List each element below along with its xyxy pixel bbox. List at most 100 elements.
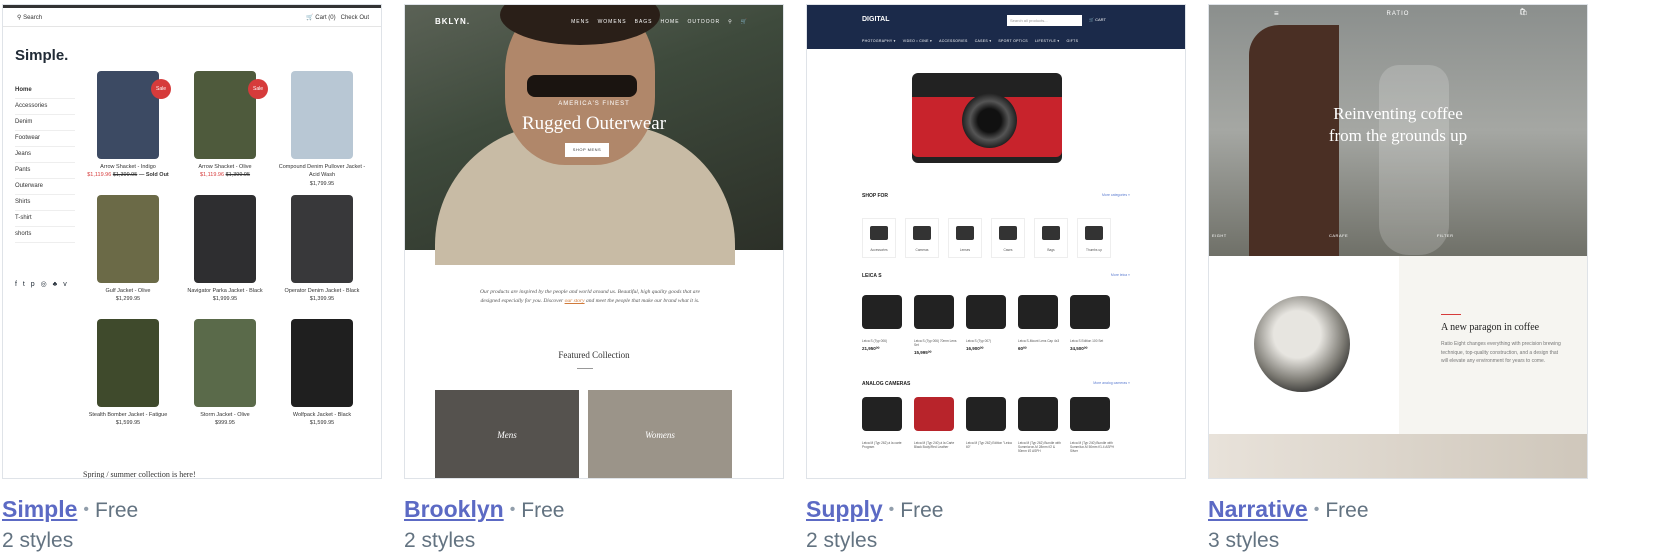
product-name[interactable]: Leica M (Typ 240) Bundle with Summilux-M… <box>1070 441 1116 453</box>
theme-name-link[interactable]: Narrative <box>1208 496 1308 522</box>
product-card[interactable]: Leica S (Typ 006) 21,950⁰⁰ <box>862 295 908 352</box>
product-name[interactable]: Leica S-Mount Lens Cap 4x3 <box>1018 339 1064 343</box>
product-image[interactable] <box>966 295 1006 329</box>
category-tile[interactable]: Lenses <box>948 218 982 258</box>
product-name[interactable]: Wolfpack Jacket - Black <box>277 411 367 419</box>
product-image[interactable] <box>194 195 256 283</box>
sidebar-item[interactable]: shorts <box>15 227 75 243</box>
more-link[interactable]: More analog cameras » <box>1093 381 1130 385</box>
shop-mens-button[interactable]: SHOP MENS <box>565 143 609 157</box>
nav-item[interactable]: CASES ▾ <box>975 39 992 43</box>
sidebar-item[interactable]: Footwear <box>15 131 75 147</box>
product-card[interactable]: Leica M (Typ 262) Edition "Leica 60" <box>966 397 1012 449</box>
sidebar-item[interactable]: Shirts <box>15 195 75 211</box>
product-image[interactable] <box>1070 397 1110 431</box>
social-icons[interactable]: f t p ◎ ♣ v <box>15 280 69 288</box>
product-card[interactable]: Leica S (Typ 006) 70mm Lens Set 15,995⁰⁰ <box>914 295 960 356</box>
bag-icon[interactable]: 🛍 <box>1519 8 1528 16</box>
product-card[interactable]: Operator Denim Jacket - Black $1,399.95 <box>277 195 367 304</box>
product-name[interactable]: Leica S (Typ 007) <box>966 339 1012 343</box>
sidebar-item[interactable]: Denim <box>15 115 75 131</box>
collection-tile-womens[interactable]: Womens <box>588 390 732 478</box>
product-image[interactable] <box>97 319 159 407</box>
sidebar-item[interactable]: Home <box>15 83 75 99</box>
product-card[interactable]: Wolfpack Jacket - Black $1,599.95 <box>277 319 367 428</box>
product-name[interactable]: Leica M (Typ 262) Edition "Leica 60" <box>966 441 1012 449</box>
cart-icon[interactable]: 🛒 <box>741 19 748 25</box>
product-image[interactable] <box>194 71 256 159</box>
product-image[interactable] <box>291 71 353 159</box>
sidebar-item[interactable]: Jeans <box>15 147 75 163</box>
theme-name-link[interactable]: Supply <box>806 496 883 522</box>
sidebar-item[interactable]: Pants <box>15 163 75 179</box>
store-logo[interactable]: RATIO <box>1209 11 1587 17</box>
product-image[interactable] <box>97 195 159 283</box>
category-tile[interactable]: Bags <box>1034 218 1068 258</box>
product-name[interactable]: Gulf Jacket - Olive <box>83 287 173 295</box>
nav-item[interactable]: BAGS <box>635 19 653 25</box>
product-image[interactable] <box>914 295 954 329</box>
product-name[interactable]: Arrow Shacket - Indigo <box>83 163 173 171</box>
more-link[interactable]: More categories » <box>1102 193 1130 197</box>
product-image[interactable] <box>1018 295 1058 329</box>
product-card[interactable]: Leica S (Typ 007) 16,900⁰⁰ <box>966 295 1012 352</box>
product-card[interactable]: Leica S Edition 100 Set 34,500⁰⁰ <box>1070 295 1116 352</box>
product-name[interactable]: Leica S (Typ 006) <box>862 339 908 343</box>
nav-item[interactable]: GIFTS <box>1066 39 1078 43</box>
product-name[interactable]: Leica M (Typ 262) Bundle with Summicron-… <box>1018 441 1064 453</box>
category-tile[interactable]: Cameras <box>905 218 939 258</box>
product-name[interactable]: Leica M (Typ 262) à la carte Program <box>862 441 908 449</box>
theme-preview-supply[interactable]: DIGITAL Search all products... 🛒 CART PH… <box>806 4 1186 479</box>
product-image[interactable] <box>291 195 353 283</box>
nav-item[interactable]: WOMENS <box>598 19 627 25</box>
product-card[interactable]: Leica M (Typ 240) à la Carte Black Body/… <box>914 397 960 449</box>
product-image[interactable] <box>862 295 902 329</box>
nav-item[interactable]: SPORT OPTICS <box>998 39 1028 43</box>
product-image[interactable] <box>966 397 1006 431</box>
store-logo[interactable]: Simple. <box>15 47 68 64</box>
sidebar-item[interactable]: Outerware <box>15 179 75 195</box>
theme-name-link[interactable]: Simple <box>2 496 77 522</box>
product-name[interactable]: Storm Jacket - Olive <box>180 411 270 419</box>
nav-item[interactable]: VIDEO • CINE ▾ <box>903 39 932 43</box>
product-card[interactable]: Storm Jacket - Olive $999.95 <box>180 319 270 428</box>
theme-name-link[interactable]: Brooklyn <box>404 496 504 522</box>
store-logo[interactable]: DIGITAL <box>862 16 889 23</box>
product-name[interactable]: Compound Denim Pullover Jacket - Acid Wa… <box>277 163 367 180</box>
product-card[interactable]: Leica M (Typ 262) Bundle with Summicron-… <box>1018 397 1064 453</box>
product-image[interactable] <box>914 397 954 431</box>
product-image[interactable] <box>1018 397 1058 431</box>
product-name[interactable]: Leica M (Typ 240) à la Carte Black Body/… <box>914 441 960 449</box>
sidebar-item[interactable]: T-shirt <box>15 211 75 227</box>
theme-preview-narrative[interactable]: ≡ RATIO 🛍 Reinventing coffee from the gro… <box>1208 4 1588 479</box>
product-card[interactable]: Sale Arrow Shacket - Olive $1,119.96 $1,39… <box>180 71 270 180</box>
product-name[interactable]: Stealth Bomber Jacket - Fatigue <box>83 411 173 419</box>
product-name[interactable]: Navigator Parka Jacket - Black <box>180 287 270 295</box>
product-image[interactable] <box>862 397 902 431</box>
cart-link[interactable]: 🛒 Cart (0) Check Out <box>306 14 369 21</box>
product-card[interactable]: Navigator Parka Jacket - Black $1,999.95 <box>180 195 270 304</box>
more-link[interactable]: More leica » <box>1111 273 1130 277</box>
store-logo[interactable]: BKLYN. <box>435 17 470 26</box>
product-image[interactable] <box>194 319 256 407</box>
search-icon[interactable]: ⚲ Search <box>17 14 42 21</box>
product-card[interactable]: Leica M (Typ 262) à la carte Program <box>862 397 908 449</box>
cart-link[interactable]: 🛒 CART <box>1089 17 1106 22</box>
product-image[interactable] <box>291 319 353 407</box>
collection-tile-mens[interactable]: Mens <box>435 390 579 478</box>
product-card[interactable]: Stealth Bomber Jacket - Fatigue $1,599.95 <box>83 319 173 428</box>
theme-preview-simple[interactable]: ⚲ Search 🛒 Cart (0) Check Out Simple. Ho… <box>2 4 382 479</box>
nav-item[interactable]: ACCESSORIES <box>939 39 968 43</box>
category-tile[interactable]: Thumbs up <box>1077 218 1111 258</box>
nav-item[interactable]: PHOTOGRAPHY ▾ <box>862 39 896 43</box>
product-name[interactable]: Arrow Shacket - Olive <box>180 163 270 171</box>
product-card[interactable]: Leica S-Mount Lens Cap 4x3 60⁰⁰ <box>1018 295 1064 352</box>
nav-item[interactable]: LIFESTYLE ▾ <box>1035 39 1060 43</box>
product-name[interactable]: Leica S Edition 100 Set <box>1070 339 1116 343</box>
search-input[interactable]: Search all products... <box>1007 15 1082 26</box>
product-image[interactable] <box>97 71 159 159</box>
search-icon[interactable]: ⚲ <box>728 19 733 25</box>
category-tile[interactable]: Accessories <box>862 218 896 258</box>
product-card[interactable]: Leica M (Typ 240) Bundle with Summilux-M… <box>1070 397 1116 453</box>
sidebar-item[interactable]: Accessories <box>15 99 75 115</box>
